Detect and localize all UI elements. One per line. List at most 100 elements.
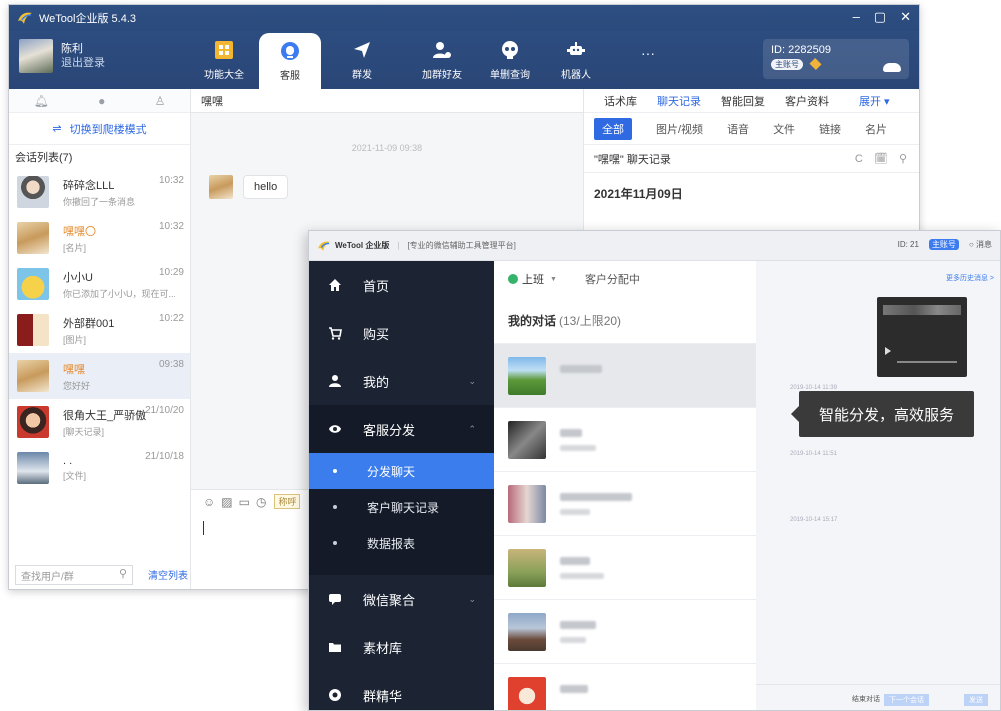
list-item[interactable]: 很角大王_严骄傲 [聊天记录] 21/10/20	[9, 399, 190, 445]
chevron-up-icon: ⌃	[468, 423, 476, 434]
close-icon[interactable]: ✕	[900, 9, 911, 25]
list-item[interactable]: 嘿嘿〇 [名片] 10:32	[9, 215, 190, 261]
conversation-time: 21/10/18	[145, 451, 184, 462]
clear-list-button[interactable]: 清空列表	[148, 567, 188, 582]
play-icon[interactable]	[885, 347, 891, 355]
video-progress[interactable]	[897, 361, 957, 363]
conversation-panel: 🔔︎ ● ♙ ⇌ 切换到爬楼模式 会话列表(7) 碎碎念LLL 你撤回了一条消息 …	[9, 89, 191, 589]
conversation-preview: [聊天记录]	[63, 426, 105, 437]
list-item[interactable]: . . [文件] 21/10/18	[9, 445, 190, 491]
account-card[interactable]: ID: 2282509 主账号	[763, 39, 909, 79]
minimize-icon[interactable]: –	[853, 9, 860, 25]
sidebar-subitem-customer-history[interactable]: 客户聊天记录	[309, 489, 494, 525]
list-item[interactable]	[494, 407, 756, 471]
robot-icon	[566, 40, 586, 60]
expand-button[interactable]: 展开 ▾	[859, 93, 890, 109]
message-timestamp: 2021-11-09 09:38	[351, 143, 423, 153]
conversation-time: 10:32	[158, 175, 184, 186]
message-timestamp: 2019-10-14 15:17	[790, 517, 838, 523]
sidebar-subitem-label: 客户聊天记录	[367, 500, 440, 515]
nav-tab-robot[interactable]: 机器人	[547, 31, 605, 89]
nav-tab-features[interactable]: 功能大全	[195, 31, 253, 89]
nav-tab-add-friends[interactable]: 加群好友	[413, 31, 471, 89]
sidebar-group-service-dispatch[interactable]: 客服分发 ⌃	[309, 405, 494, 453]
filter-file[interactable]: 文件	[773, 121, 795, 137]
list-item[interactable]	[494, 599, 756, 663]
cloud-icon[interactable]	[883, 63, 901, 72]
avatar	[17, 406, 49, 438]
list-item[interactable]	[494, 663, 756, 710]
sidebar-item-mine[interactable]: 我的 ⌄	[309, 357, 494, 405]
bell-icon[interactable]: 🔔︎	[34, 94, 49, 108]
switch-mode-button[interactable]: ⇌ 切换到爬楼模式	[9, 113, 190, 145]
message-bubble[interactable]: hello	[243, 175, 289, 199]
nav-tab-check-deleted[interactable]: 单删查询	[481, 31, 539, 89]
title-bar: WeTool企业版 5.4.3 – ▢ ✕	[9, 5, 919, 31]
text-caret	[203, 521, 204, 535]
tab-customer-info[interactable]: 客户资料	[785, 93, 829, 109]
chevron-down-icon: ⌄	[468, 375, 476, 386]
record-date: 2021年11月09日	[594, 187, 683, 201]
my-conversations-label: 我的对话	[508, 313, 557, 328]
search-icon[interactable]: ⚲	[119, 567, 127, 580]
list-title: 会话列表(7)	[15, 152, 73, 164]
search-input[interactable]: 查找用户/群 ⚲	[15, 565, 133, 585]
nav-tab-service[interactable]: 客服	[259, 33, 321, 89]
conversation-preview: 你已添加了小小U，现在可...	[63, 288, 175, 299]
more-history-link[interactable]: 更多历史消息 >	[946, 273, 994, 283]
nav-tab-broadcast[interactable]: 群发	[333, 31, 391, 89]
filter-voice[interactable]: 语音	[727, 121, 749, 137]
video-message[interactable]	[877, 297, 967, 377]
filter-card[interactable]: 名片	[865, 121, 887, 137]
tab-script-library[interactable]: 话术库	[604, 93, 637, 109]
filter-link[interactable]: 链接	[819, 121, 841, 137]
sidebar-item-label: 素材库	[363, 640, 403, 656]
filter-all[interactable]: 全部	[594, 117, 632, 140]
logout-link[interactable]: 退出登录	[61, 56, 105, 70]
sidebar-item-label: 购买	[363, 326, 390, 342]
user-profile[interactable]: 陈利 退出登录	[19, 39, 105, 73]
messages-link[interactable]: ○ 消息	[969, 239, 992, 250]
caret-down-icon[interactable]: ▼	[550, 276, 557, 283]
sidebar-item-label: 首页	[363, 278, 390, 294]
maximize-icon[interactable]: ▢	[874, 9, 886, 25]
sidebar-item-materials[interactable]: 素材库	[309, 623, 494, 671]
end-chat-button[interactable]: 结束对话	[852, 694, 880, 704]
next-chat-button[interactable]: 下一个会话	[884, 694, 929, 706]
clock-icon[interactable]: ◷	[256, 495, 266, 509]
tab-smart-reply[interactable]: 智能回复	[721, 93, 765, 109]
tab-chat-history[interactable]: 聊天记录	[657, 93, 701, 109]
switch-label: 切换到爬楼模式	[69, 123, 147, 136]
send-button[interactable]: 发送	[964, 694, 988, 706]
image-icon[interactable]: ▨	[221, 495, 232, 509]
list-item[interactable]: 碎碎念LLL 你撤回了一条消息 10:32	[9, 169, 190, 215]
user-icon	[327, 373, 343, 389]
list-item[interactable]	[494, 535, 756, 599]
folder-icon[interactable]: ▭	[239, 495, 250, 509]
list-item[interactable]: 外部群001 [图片] 10:22	[9, 307, 190, 353]
list-item[interactable]: 嘿嘿 您好好 09:38	[9, 353, 190, 399]
dispatch-list: 上班 ▼ 客户分配中 我的对话 (13/上限20)	[494, 261, 756, 710]
nav-tab-more[interactable]: ···	[619, 31, 677, 89]
sidebar-subitem-dispatch-chat[interactable]: 分发聊天	[309, 453, 494, 489]
sidebar-item-home[interactable]: 首页	[309, 261, 494, 309]
contact-icon[interactable]: ♙	[155, 94, 166, 108]
emoji-icon[interactable]: ☺	[203, 495, 215, 509]
sidebar-item-buy[interactable]: 购买	[309, 309, 494, 357]
list-item[interactable]	[494, 471, 756, 535]
avatar	[17, 360, 49, 392]
avatar	[508, 420, 546, 459]
sidebar-subitem-reports[interactable]: 数据报表	[309, 525, 494, 561]
list-item[interactable]: 小小U 你已添加了小小U，现在可... 10:29	[9, 261, 190, 307]
sidebar-item-wechat-aggregate[interactable]: 微信聚合 ⌄	[309, 575, 494, 623]
conversation-time: 10:22	[158, 313, 184, 324]
app-name: WeTool 企业版	[335, 241, 390, 250]
status-dropdown[interactable]: 上班	[508, 271, 544, 287]
record-tools[interactable]: C 🗓 ⚲	[855, 152, 911, 165]
filter-media[interactable]: 图片/视频	[656, 121, 703, 137]
group-icon[interactable]: ●	[98, 94, 105, 108]
sidebar-item-group-highlights[interactable]: 群精华	[309, 671, 494, 710]
account-tag[interactable]: 主账号	[928, 239, 959, 250]
nickname-chip[interactable]: 称呼	[274, 494, 301, 509]
list-item[interactable]	[494, 343, 756, 407]
